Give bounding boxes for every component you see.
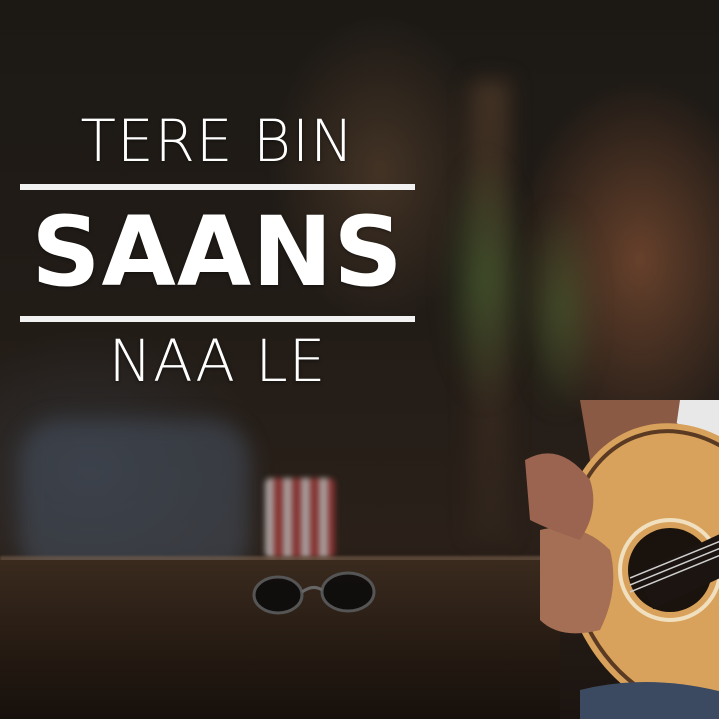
background-plant (520, 200, 600, 420)
guitarist (520, 400, 719, 719)
background-plant (440, 150, 530, 410)
title-line-3: NAA LE (108, 327, 327, 395)
striped-mug (265, 478, 335, 558)
title-rule-bottom (20, 316, 415, 322)
title-rule-top (20, 184, 415, 190)
title-line-2: SAANS (31, 196, 404, 308)
sunglasses-icon (248, 560, 388, 630)
album-cover: TERE BIN SAANS NAA LE (0, 0, 719, 719)
title-line-1: TERE BIN (80, 107, 355, 175)
song-title: TERE BIN SAANS NAA LE (20, 100, 415, 390)
